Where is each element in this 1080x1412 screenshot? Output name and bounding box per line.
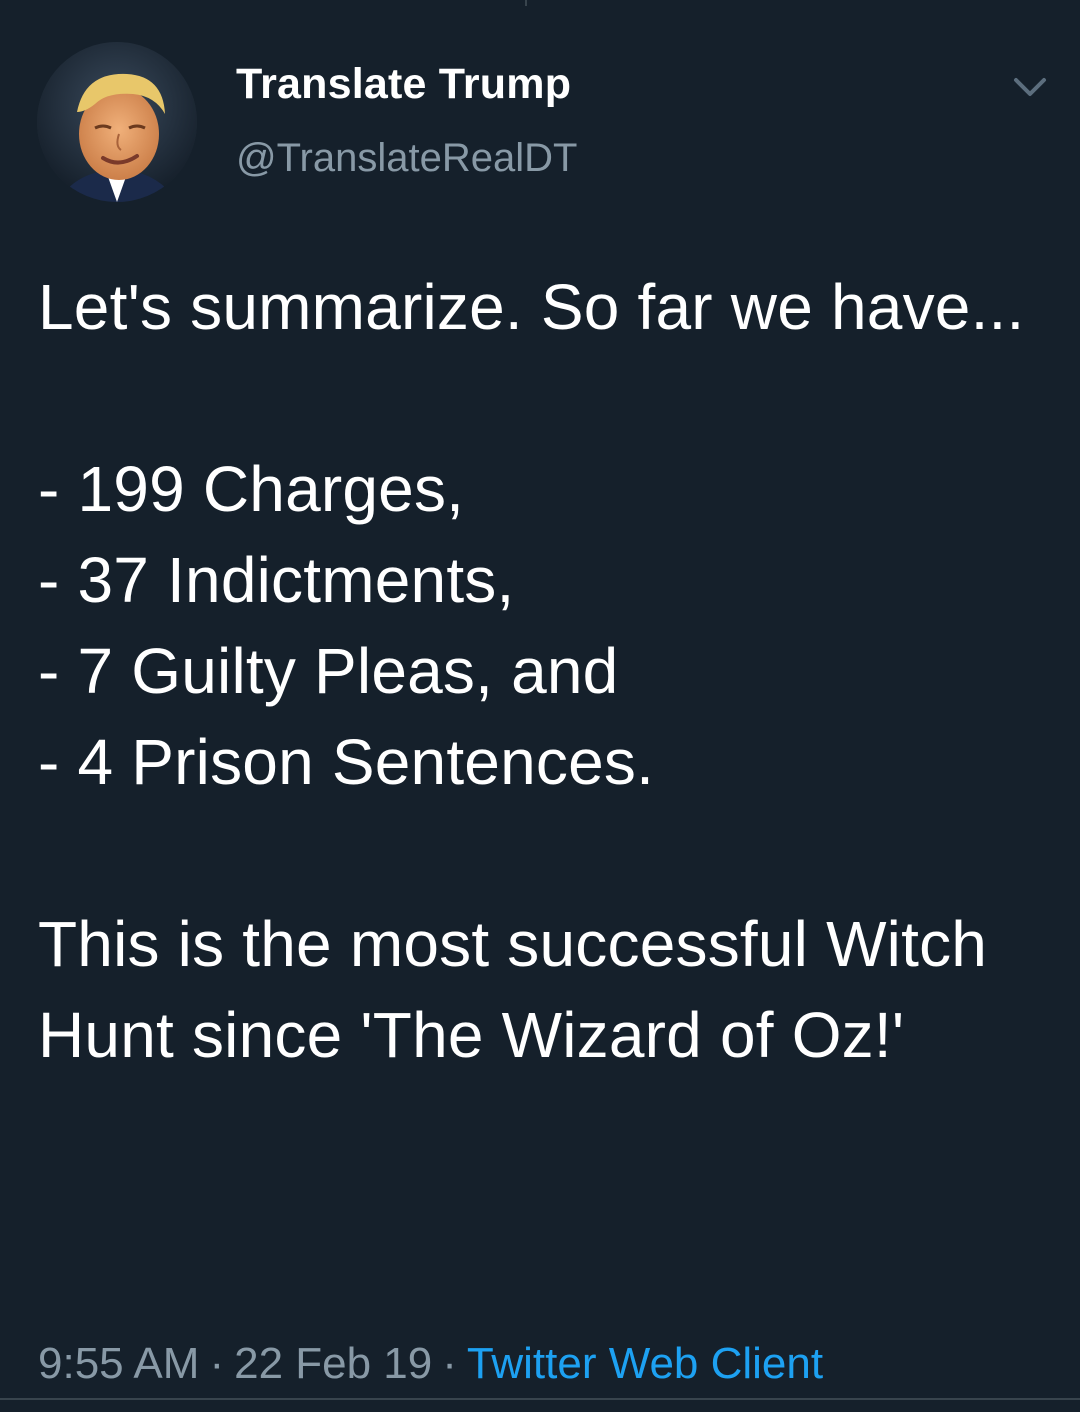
tweet-date[interactable]: 22 Feb 19 — [234, 1339, 432, 1388]
tweet-text: Let's summarize. So far we have... - 199… — [38, 271, 1025, 1071]
tweet-source-link[interactable]: Twitter Web Client — [467, 1339, 823, 1388]
user-handle[interactable]: @TranslateRealDT — [236, 136, 577, 181]
display-name[interactable]: Translate Trump — [236, 60, 571, 109]
meta-separator: · — [442, 1339, 457, 1388]
tweet-meta: 9:55 AM · 22 Feb 19 · Twitter Web Client — [38, 1336, 823, 1392]
tweet-card: Translate Trump @TranslateRealDT Let's s… — [0, 0, 1080, 1412]
avatar[interactable] — [37, 42, 197, 202]
chevron-down-icon — [1014, 78, 1046, 96]
bottom-divider — [0, 1398, 1080, 1400]
more-options-button[interactable] — [1008, 70, 1052, 106]
avatar-photo-icon — [37, 42, 197, 202]
tweet-time[interactable]: 9:55 AM — [38, 1339, 199, 1388]
meta-separator: · — [209, 1339, 225, 1388]
